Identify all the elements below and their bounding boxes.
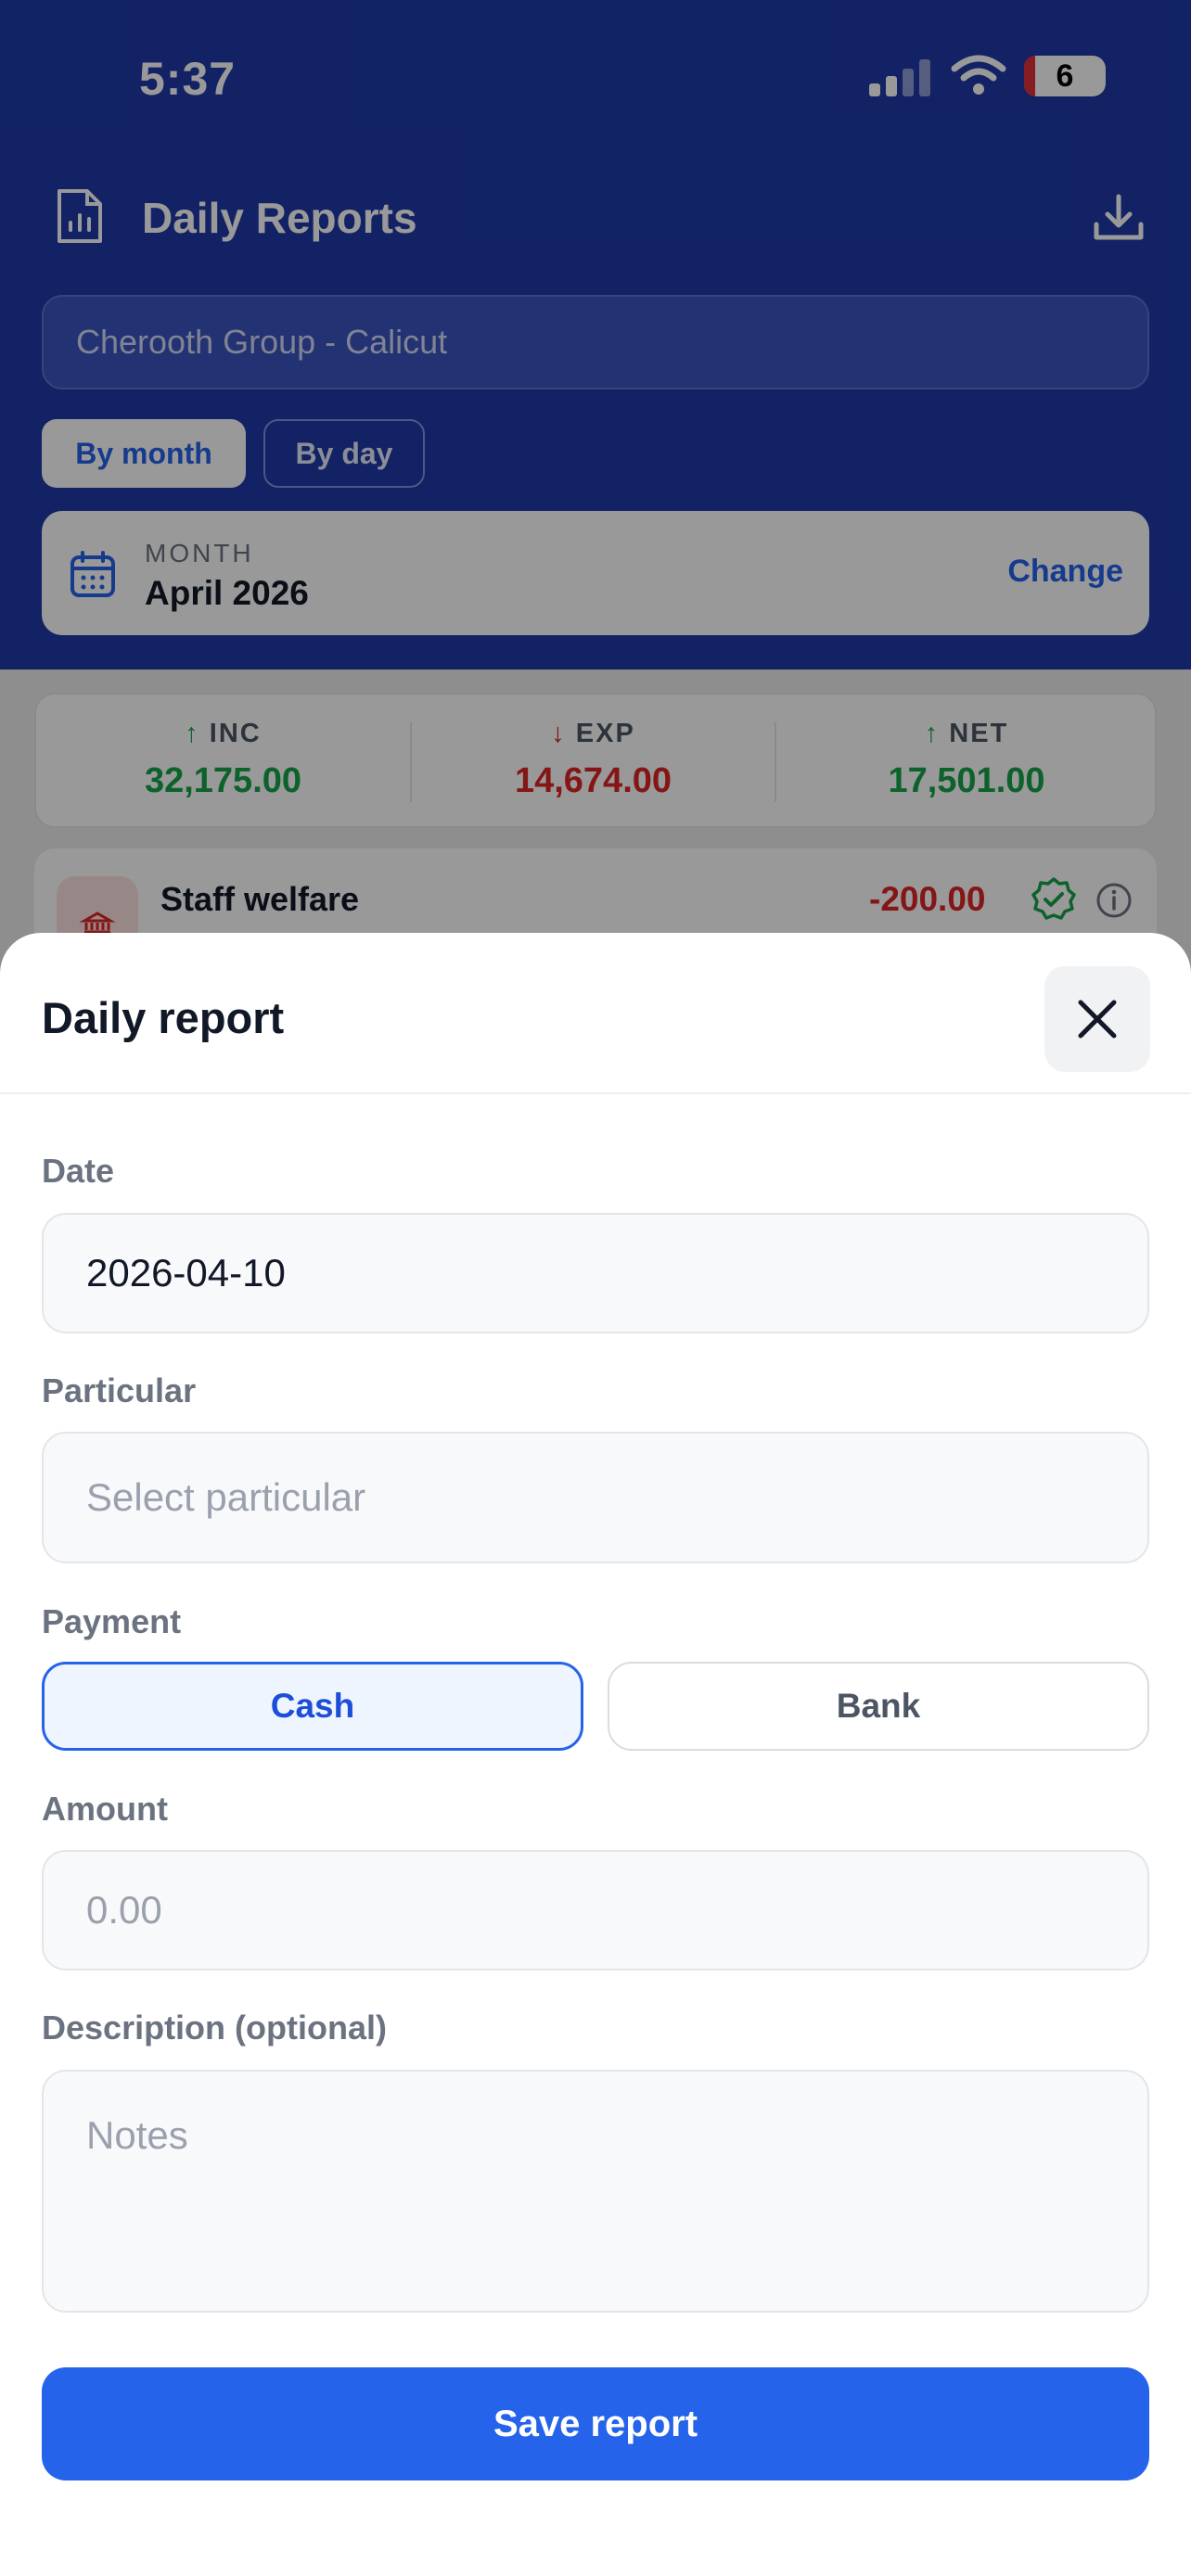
payment-label: Payment bbox=[42, 1602, 182, 1640]
amount-label: Amount bbox=[42, 1790, 168, 1828]
sheet-title: Daily report bbox=[42, 993, 285, 1042]
particular-select[interactable]: Select particular bbox=[42, 1432, 1149, 1563]
close-icon bbox=[1078, 1000, 1117, 1039]
amount-field[interactable]: 0.00 bbox=[42, 1850, 1149, 1970]
description-label: Description (optional) bbox=[42, 2009, 387, 2047]
save-report-button[interactable]: Save report bbox=[42, 2367, 1149, 2480]
daily-report-sheet: Daily report Date 2026-04-10 Particular … bbox=[0, 933, 1191, 2576]
close-button[interactable] bbox=[1044, 966, 1150, 1072]
date-label: Date bbox=[42, 1152, 115, 1190]
date-field[interactable]: 2026-04-10 bbox=[42, 1213, 1149, 1333]
particular-label: Particular bbox=[42, 1371, 197, 1409]
payment-cash-button[interactable]: Cash bbox=[42, 1662, 583, 1751]
divider bbox=[0, 1092, 1191, 1094]
payment-bank-button[interactable]: Bank bbox=[608, 1662, 1149, 1751]
description-field[interactable]: Notes bbox=[42, 2070, 1149, 2313]
